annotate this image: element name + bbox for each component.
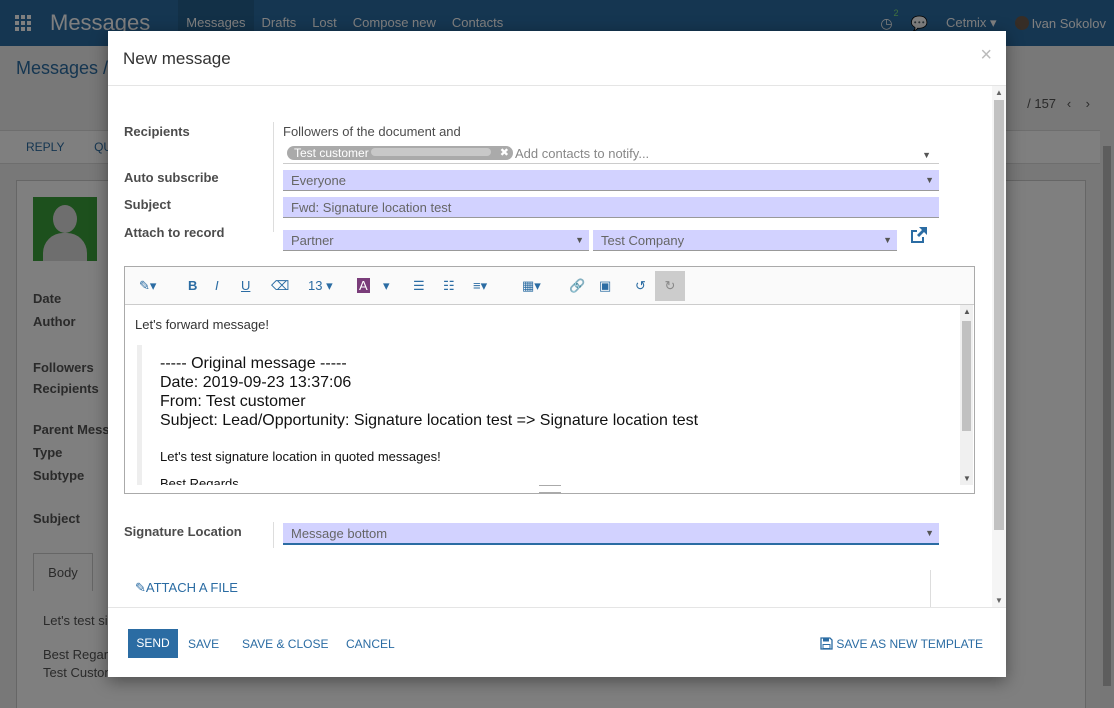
link-icon[interactable]: 🔗	[569, 278, 585, 294]
attach-to-record-label: Attach to record	[124, 225, 225, 240]
font-size-dropdown[interactable]: 13 ▾	[308, 278, 333, 294]
external-link-icon[interactable]	[908, 226, 928, 249]
undo-icon[interactable]: ↺	[635, 278, 646, 294]
attach-file-button[interactable]: ✎ATTACH A FILE	[135, 580, 238, 596]
close-icon[interactable]: ×	[980, 44, 992, 67]
recipients-label: Recipients	[124, 124, 190, 139]
remove-tag-icon[interactable]: ✖	[500, 146, 509, 160]
label-divider	[273, 122, 274, 232]
editor-scrollbar[interactable]: ▲ ▼	[960, 305, 973, 485]
quote-body: Let's test signature location in quoted …	[160, 449, 441, 464]
dialog-title: New message	[123, 49, 231, 68]
magic-wand-icon[interactable]: ✎▾	[139, 278, 156, 294]
followers-text: Followers of the document and	[283, 124, 461, 139]
auto-subscribe-select[interactable]: Everyone ▼	[283, 170, 939, 191]
label-divider	[273, 522, 274, 548]
save-close-button[interactable]: SAVE & CLOSE	[242, 637, 328, 651]
paperclip-icon: ✎	[135, 580, 146, 595]
attachment-divider	[930, 570, 931, 607]
html-editor[interactable]: ✎▾ B I U ⌫ 13 ▾ A ▾ ☰ ☷ ≡▾ ▦▾ 🔗 ▣ ↺ ↻ Le…	[124, 266, 975, 494]
chevron-down-icon: ▼	[925, 528, 934, 538]
underline-icon[interactable]: U	[241, 278, 250, 293]
redacted-email	[370, 148, 491, 156]
send-button[interactable]: SEND	[128, 629, 178, 658]
quote-cut-line: Best Regards	[160, 476, 239, 485]
dialog-body: Recipients Followers of the document and…	[108, 86, 1006, 607]
editor-resize-handle[interactable]	[539, 485, 561, 493]
chevron-down-icon[interactable]: ▼	[922, 150, 931, 160]
bullet-list-icon[interactable]: ☰	[413, 278, 425, 294]
add-contacts-input[interactable]: Add contacts to notify...	[515, 146, 649, 161]
dialog-footer: SEND SAVE SAVE & CLOSE CANCEL SAVE AS NE…	[108, 607, 1006, 677]
align-icon[interactable]: ≡▾	[473, 278, 487, 294]
subject-label: Subject	[124, 197, 171, 212]
message-first-line: Let's forward message!	[135, 317, 269, 332]
signature-location-select[interactable]: Message bottom ▼	[283, 523, 939, 545]
quote-subject: Subject: Lead/Opportunity: Signature loc…	[160, 412, 699, 429]
save-as-template-button[interactable]: SAVE AS NEW TEMPLATE	[820, 637, 983, 651]
quoted-message: ----- Original message ----- Date: 2019-…	[137, 345, 955, 485]
subject-input[interactable]: Fwd: Signature location test	[283, 197, 939, 218]
chevron-down-icon: ▼	[925, 175, 934, 185]
italic-icon[interactable]: I	[215, 278, 219, 293]
recipient-tag[interactable]: Test customer ...✖	[287, 146, 513, 160]
new-message-dialog: New message × Recipients Followers of th…	[108, 31, 1006, 677]
table-icon[interactable]: ▦▾	[522, 278, 541, 294]
quote-date: Date: 2019-09-23 13:37:06	[160, 374, 352, 391]
quote-from: From: Test customer	[160, 393, 306, 410]
editor-toolbar: ✎▾ B I U ⌫ 13 ▾ A ▾ ☰ ☷ ≡▾ ▦▾ 🔗 ▣ ↺ ↻	[125, 267, 974, 305]
chevron-down-icon: ▼	[575, 235, 584, 245]
image-icon[interactable]: ▣	[599, 278, 611, 294]
bold-icon[interactable]: B	[188, 278, 197, 293]
quote-header: ----- Original message -----	[160, 355, 347, 372]
signature-location-label: Signature Location	[124, 524, 242, 539]
text-color-icon[interactable]: A	[357, 278, 370, 293]
model-select[interactable]: Partner ▼	[283, 230, 589, 251]
chevron-down-icon: ▼	[883, 235, 892, 245]
text-color-dropdown-icon[interactable]: ▾	[383, 278, 390, 294]
editor-content[interactable]: Let's forward message! ----- Original me…	[125, 305, 974, 485]
cancel-button[interactable]: CANCEL	[346, 637, 395, 651]
dialog-scrollbar[interactable]: ▲ ▼	[992, 86, 1006, 607]
record-select[interactable]: Test Company ▼	[593, 230, 897, 251]
auto-subscribe-label: Auto subscribe	[124, 170, 219, 185]
dialog-header: New message ×	[108, 31, 1006, 86]
redo-icon[interactable]: ↻	[655, 271, 685, 301]
recipients-input[interactable]: Test customer ...✖ Add contacts to notif…	[283, 144, 939, 164]
floppy-disk-icon	[820, 637, 836, 651]
eraser-icon[interactable]: ⌫	[271, 278, 289, 294]
numbered-list-icon[interactable]: ☷	[443, 278, 455, 294]
save-button[interactable]: SAVE	[188, 637, 219, 651]
